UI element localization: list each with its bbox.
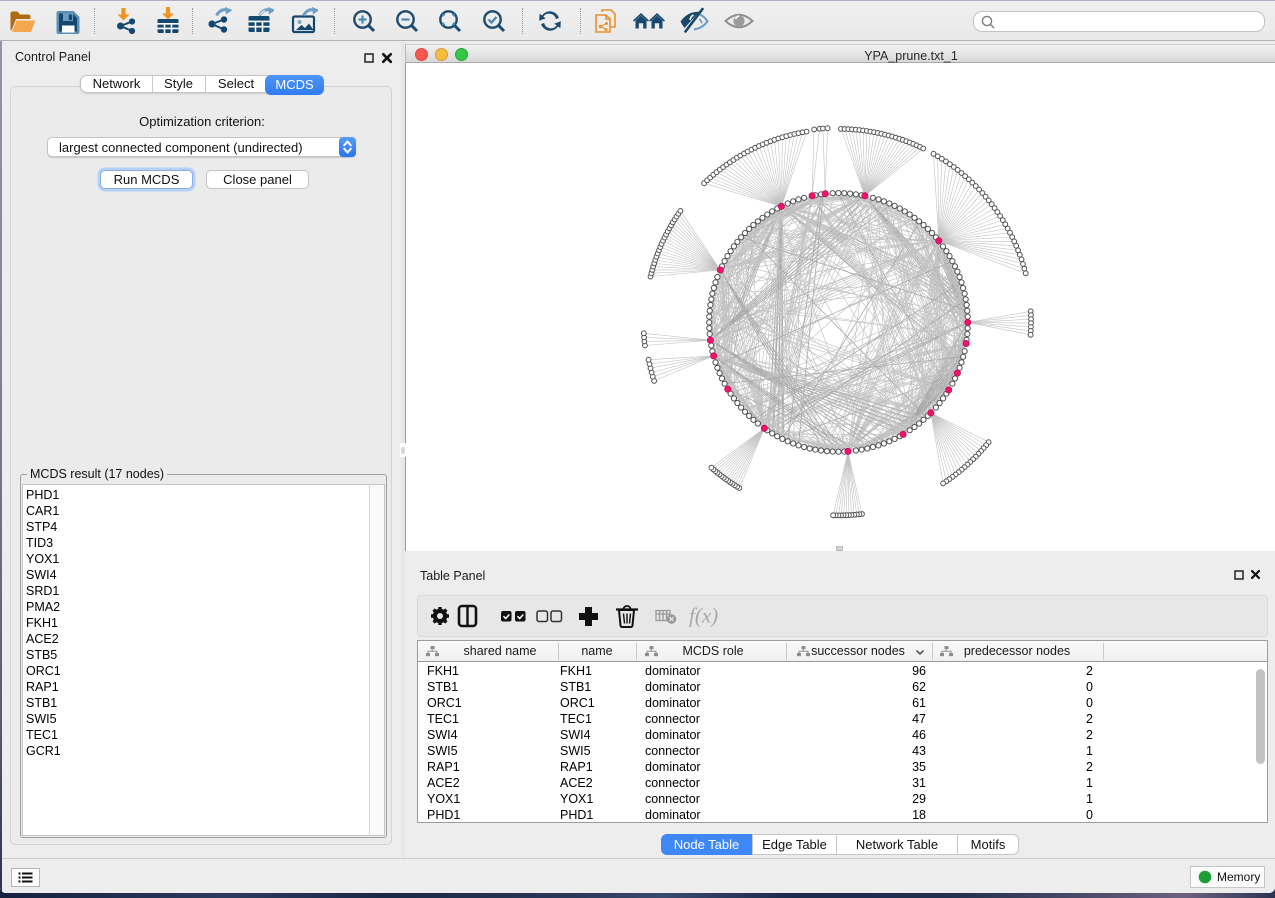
- svg-text:f(x): f(x): [689, 604, 718, 628]
- svg-text:Memory: Memory: [1217, 870, 1260, 884]
